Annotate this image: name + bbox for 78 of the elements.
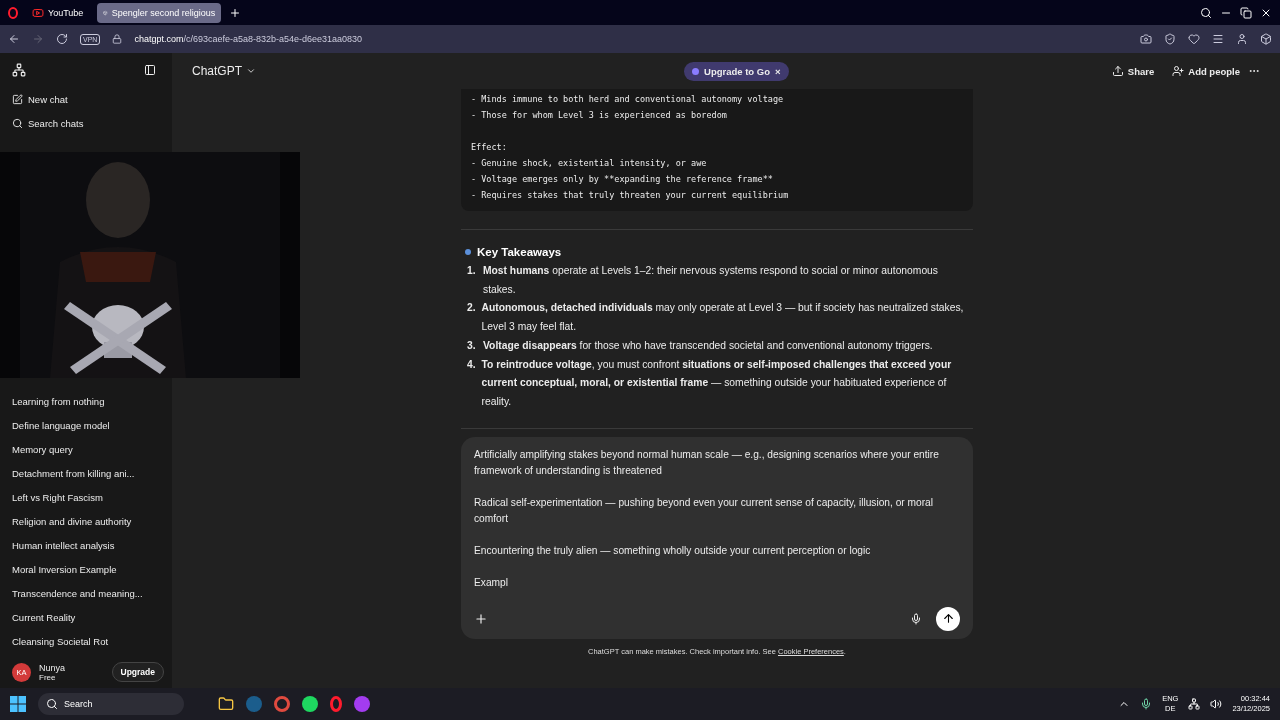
chat-item[interactable]: Memory query (4, 437, 172, 461)
close-promo-button[interactable]: × (775, 65, 781, 77)
add-icon[interactable] (474, 611, 488, 626)
user-name: Nunya (39, 662, 66, 673)
chat-item[interactable]: Human intellect analysis (4, 533, 172, 557)
upgrade-button[interactable]: Upgrade (111, 662, 164, 682)
youtube-icon (32, 6, 44, 19)
reload-icon[interactable] (56, 33, 68, 45)
code-line: - Minds immune to both herd and conventional autonomy voltage (471, 93, 785, 106)
chat-item[interactable]: Current Reality (4, 605, 172, 629)
chat-item[interactable]: Learning from nothing (4, 389, 172, 413)
search-icon (12, 117, 23, 129)
new-chat-icon (12, 93, 23, 105)
share-button[interactable]: Share (1111, 65, 1155, 77)
chevron-icon (246, 66, 256, 76)
back-icon[interactable] (8, 33, 20, 45)
list-item-text: To reintroduce voltage, you must confront situations or self-imposed challenges that exceed your current conceptual, moral, or existential frame — something outside your habituated experience of reality. (481, 357, 953, 409)
folder-icon[interactable] (218, 696, 234, 712)
browser-tab[interactable]: YouTube (26, 2, 90, 23)
input-paragraph: Artificially amplifying stakes beyond normal human scale — e.g., designing scenarios where your entire framework of understanding is threatened (474, 447, 940, 478)
user-plan: Free (39, 672, 56, 682)
chat-item[interactable]: Moral Inversion Example (4, 557, 172, 581)
browser-tab[interactable]: Spengler second religious (97, 2, 222, 23)
app-icon[interactable] (354, 696, 370, 712)
lock-icon (112, 34, 123, 44)
add-people-button[interactable]: Add people (1172, 65, 1240, 77)
list-item-text: Autonomous, detached individuals may only operate at Level 3 — but if society has neutralized stakes, Level 3 may feel flat. (481, 301, 965, 335)
share-icon (1111, 65, 1124, 77)
search-icon (46, 698, 58, 710)
upgrade-promo[interactable]: Upgrade to Go × (684, 61, 789, 81)
section-heading: Key Takeaways (477, 246, 562, 258)
list-item-text: Voltage disappears for those who have transcended societal and conventional autonomy triggers. (483, 338, 933, 353)
microphone-icon[interactable] (910, 612, 922, 625)
search-icon[interactable] (1200, 6, 1212, 19)
input-paragraph: Radical self-experimentation — pushing beyond even your current sense of capacity, illusion, or moral comfort (474, 495, 935, 526)
send-button[interactable] (936, 606, 960, 631)
bullet-icon (465, 249, 471, 255)
code-line: - Genuine shock, existential intensity, or awe (471, 157, 708, 170)
model-selector[interactable]: ChatGPT (192, 64, 256, 78)
code-line: - Those for whom Level 3 is experienced as boredom (471, 109, 728, 122)
microphone-icon[interactable] (1140, 698, 1153, 710)
list-number: 4. (467, 357, 476, 372)
list-item-text: Most humans operate at Levels 1–2: their nervous systems respond to social or minor autonomous stakes. (483, 264, 939, 297)
list-number: 1. (467, 264, 477, 278)
input-paragraph: Encountering the truly alien — something wholly outside your current perception or logic (474, 543, 872, 558)
chat-item[interactable]: Religion and divine authority (4, 509, 172, 533)
chat-item[interactable]: Left vs Right Fascism (4, 485, 172, 509)
input-paragraph: Exampl (474, 575, 509, 590)
chat-item[interactable]: Transcendence and meaning... (4, 581, 172, 605)
list-number: 3. (467, 338, 477, 353)
taskbar-search-field[interactable]: Search (38, 693, 184, 715)
restore-icon[interactable] (1240, 6, 1252, 19)
sidebar-action[interactable]: New chat (4, 87, 172, 111)
add-person-icon (1172, 65, 1185, 77)
address-field[interactable]: chatgpt.com/c/693caefe-a5a8-832b-a54e-d6ee31aa0830 (134, 34, 1128, 44)
chat-item[interactable]: Cleansing Societal Rot (4, 629, 172, 653)
list-number: 2. (467, 301, 476, 316)
cube-icon[interactable] (1260, 33, 1272, 45)
network-icon[interactable] (1188, 698, 1201, 710)
browser-logo-icon[interactable] (8, 6, 18, 19)
chat-item[interactable]: Detachment from killing ani... (4, 461, 172, 485)
opera-icon[interactable] (330, 696, 342, 712)
menu-icon[interactable] (1212, 33, 1224, 45)
chat-item[interactable]: Define language model (4, 413, 172, 437)
code-line: Effect: (471, 141, 508, 154)
new-tab-icon[interactable] (229, 6, 242, 19)
camera-icon[interactable] (1140, 33, 1152, 45)
volume-icon[interactable] (1210, 698, 1223, 710)
arrow-up-icon (941, 612, 955, 626)
windows-icon[interactable] (10, 696, 26, 712)
sidebar-action[interactable]: Search chats (4, 111, 172, 135)
code-line: - Voltage emerges only by **expanding the reference frame** (471, 173, 774, 186)
shield-icon[interactable] (1164, 33, 1176, 45)
profile-icon[interactable] (1236, 33, 1248, 45)
code-line: - Requires stakes that truly threaten your current equilibrium (471, 189, 790, 202)
heart-icon[interactable] (1188, 33, 1200, 45)
message-input[interactable] (461, 436, 973, 639)
sidebar-toggle-icon[interactable] (144, 64, 156, 76)
